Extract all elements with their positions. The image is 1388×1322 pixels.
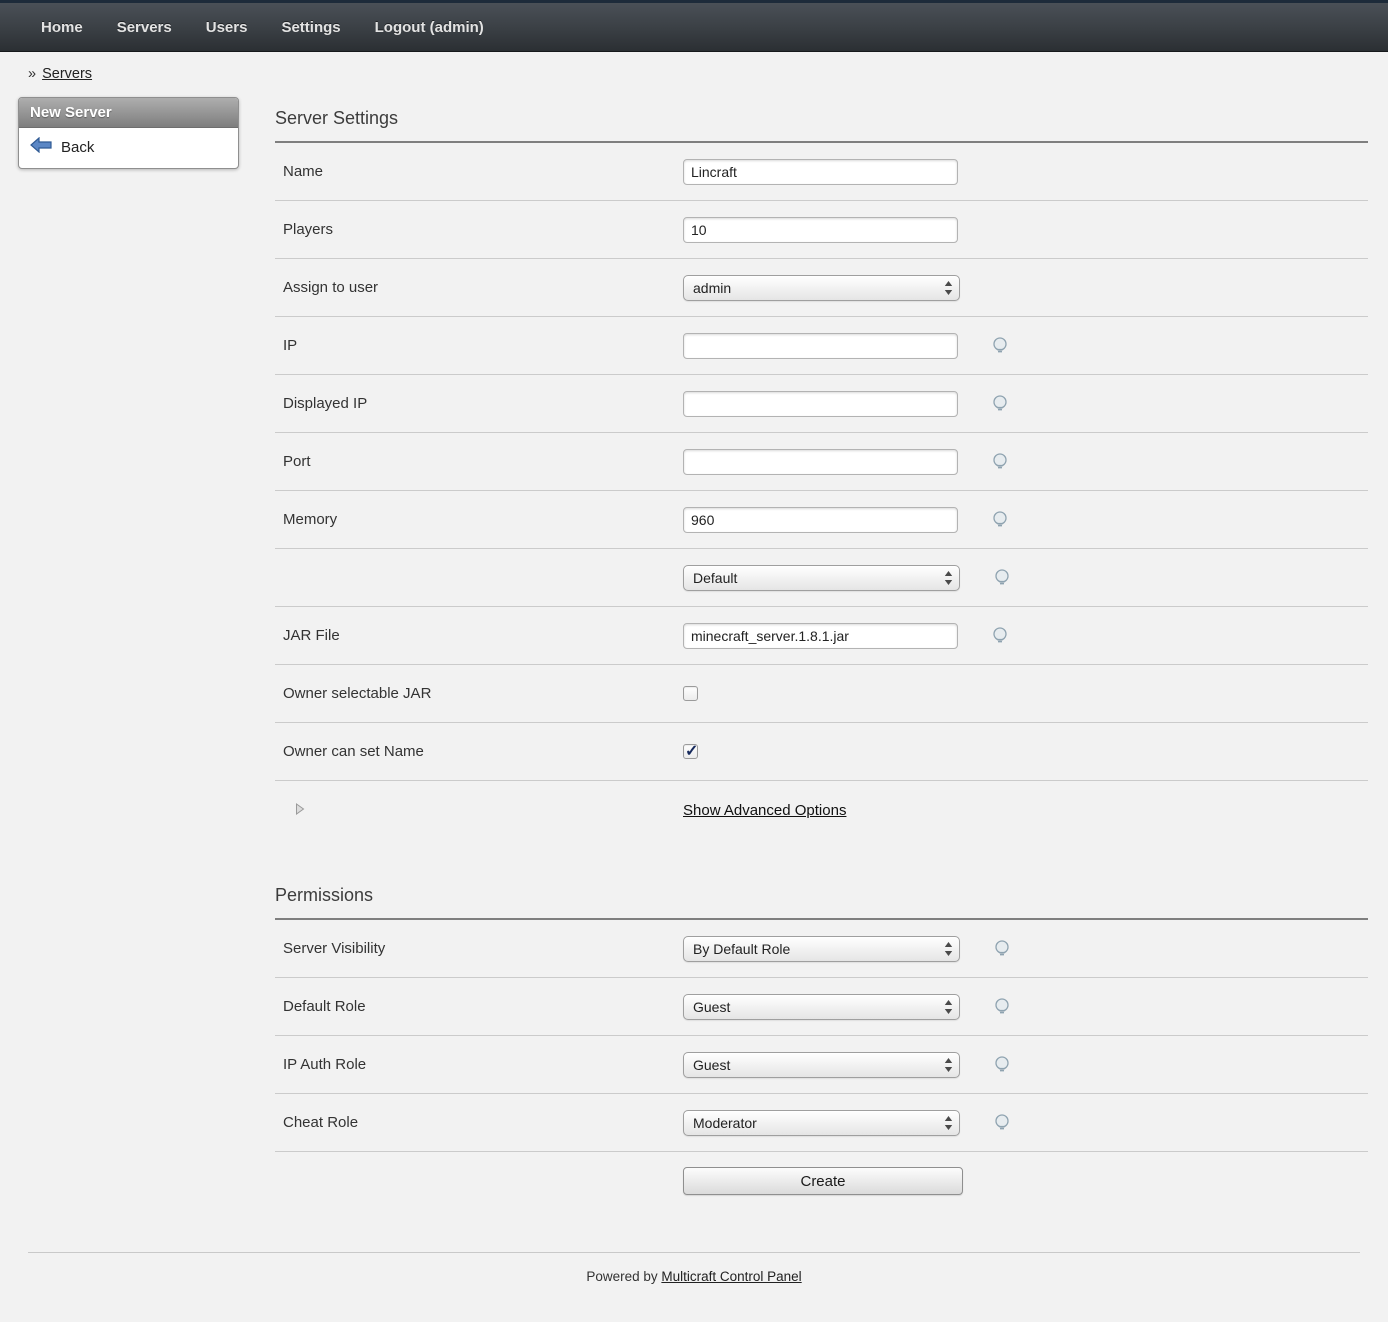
players-input[interactable]	[683, 217, 958, 243]
form-row-server-visibility: Server Visibility By Default Role	[275, 920, 1368, 978]
top-navigation: Home Servers Users Settings Logout (admi…	[0, 0, 1388, 52]
select-stepper-icon	[944, 571, 953, 585]
memory-label: Memory	[275, 511, 683, 528]
sidebar: New Server Back	[18, 97, 239, 169]
help-bulb-icon[interactable]	[990, 626, 1010, 646]
select-stepper-icon	[944, 1000, 953, 1014]
breadcrumb: » Servers	[0, 52, 1388, 92]
back-arrow-icon	[30, 137, 52, 157]
ip-auth-role-label: IP Auth Role	[275, 1056, 683, 1073]
ip-auth-role-selected-value: Guest	[693, 1057, 730, 1073]
port-label: Port	[275, 453, 683, 470]
port-input[interactable]	[683, 449, 958, 475]
select-stepper-icon	[944, 1116, 953, 1130]
sidebar-title: New Server	[19, 98, 238, 128]
jar-file-input[interactable]	[683, 623, 958, 649]
players-label: Players	[275, 221, 683, 238]
server-visibility-label: Server Visibility	[275, 940, 683, 957]
form-row-owner-selectable-jar: Owner selectable JAR	[275, 665, 1368, 723]
form-row-name: Name	[275, 143, 1368, 201]
form-row-displayed-ip: Displayed IP	[275, 375, 1368, 433]
form-row-ip: IP	[275, 317, 1368, 375]
owner-can-set-name-label: Owner can set Name	[275, 743, 683, 760]
ip-input[interactable]	[683, 333, 958, 359]
form-row-memory: Memory	[275, 491, 1368, 549]
server-settings-heading: Server Settings	[275, 108, 1368, 143]
nav-item-logout[interactable]: Logout (admin)	[358, 19, 501, 36]
nav-item-home[interactable]: Home	[24, 19, 100, 36]
form-row-cheat-role: Cheat Role Moderator	[275, 1094, 1368, 1152]
default-select[interactable]: Default	[683, 565, 960, 591]
assign-to-user-selected-value: admin	[693, 280, 731, 296]
server-visibility-selected-value: By Default Role	[693, 941, 790, 957]
select-stepper-icon	[944, 281, 953, 295]
form-row-ip-auth-role: IP Auth Role Guest	[275, 1036, 1368, 1094]
name-label: Name	[275, 163, 683, 180]
footer-powered-by-text: Powered by	[586, 1269, 657, 1284]
select-stepper-icon	[944, 1058, 953, 1072]
form-row-default-select: Default	[275, 549, 1368, 607]
form-row-default-role: Default Role Guest	[275, 978, 1368, 1036]
jar-file-label: JAR File	[275, 627, 683, 644]
multicraft-control-panel-link[interactable]: Multicraft Control Panel	[661, 1269, 801, 1284]
default-select-selected-value: Default	[693, 570, 737, 586]
owner-can-set-name-checkbox[interactable]	[683, 744, 698, 759]
back-label: Back	[61, 139, 94, 156]
nav-item-servers[interactable]: Servers	[100, 19, 189, 36]
help-bulb-icon[interactable]	[992, 939, 1012, 959]
form-row-assign-to-user: Assign to user admin	[275, 259, 1368, 317]
owner-selectable-jar-label: Owner selectable JAR	[275, 685, 683, 702]
default-role-select[interactable]: Guest	[683, 994, 960, 1020]
breadcrumb-link-servers[interactable]: Servers	[42, 66, 92, 82]
form-row-advanced-options: Show Advanced Options	[275, 781, 1368, 839]
help-bulb-icon[interactable]	[992, 997, 1012, 1017]
help-bulb-icon[interactable]	[992, 1055, 1012, 1075]
form-row-port: Port	[275, 433, 1368, 491]
nav-item-settings[interactable]: Settings	[264, 19, 357, 36]
select-stepper-icon	[944, 942, 953, 956]
create-button[interactable]: Create	[683, 1167, 963, 1195]
memory-input[interactable]	[683, 507, 958, 533]
help-bulb-icon[interactable]	[992, 1113, 1012, 1133]
default-role-selected-value: Guest	[693, 999, 730, 1015]
displayed-ip-label: Displayed IP	[275, 395, 683, 412]
help-bulb-icon[interactable]	[990, 452, 1010, 472]
form-row-players: Players	[275, 201, 1368, 259]
default-role-label: Default Role	[275, 998, 683, 1015]
disclosure-triangle-icon[interactable]	[295, 803, 305, 815]
owner-selectable-jar-checkbox[interactable]	[683, 686, 698, 701]
permissions-heading: Permissions	[275, 885, 1368, 920]
server-visibility-select[interactable]: By Default Role	[683, 936, 960, 962]
cheat-role-select[interactable]: Moderator	[683, 1110, 960, 1136]
help-bulb-icon[interactable]	[990, 336, 1010, 356]
assign-to-user-select[interactable]: admin	[683, 275, 960, 301]
main-content: Server Settings Name Players Assign to u…	[275, 108, 1368, 1210]
name-input[interactable]	[683, 159, 958, 185]
show-advanced-options-link[interactable]: Show Advanced Options	[683, 802, 846, 819]
ip-label: IP	[275, 337, 683, 354]
displayed-ip-input[interactable]	[683, 391, 958, 417]
form-row-create: Create	[275, 1152, 1368, 1210]
cheat-role-selected-value: Moderator	[693, 1115, 757, 1131]
ip-auth-role-select[interactable]: Guest	[683, 1052, 960, 1078]
back-button[interactable]: Back	[19, 128, 238, 168]
breadcrumb-marker: »	[28, 66, 36, 82]
form-row-jar-file: JAR File	[275, 607, 1368, 665]
footer: Powered by Multicraft Control Panel	[0, 1253, 1388, 1316]
help-bulb-icon[interactable]	[992, 568, 1012, 588]
nav-item-users[interactable]: Users	[189, 19, 265, 36]
help-bulb-icon[interactable]	[990, 394, 1010, 414]
assign-to-user-label: Assign to user	[275, 279, 683, 296]
help-bulb-icon[interactable]	[990, 510, 1010, 530]
form-row-owner-can-set-name: Owner can set Name	[275, 723, 1368, 781]
cheat-role-label: Cheat Role	[275, 1114, 683, 1131]
